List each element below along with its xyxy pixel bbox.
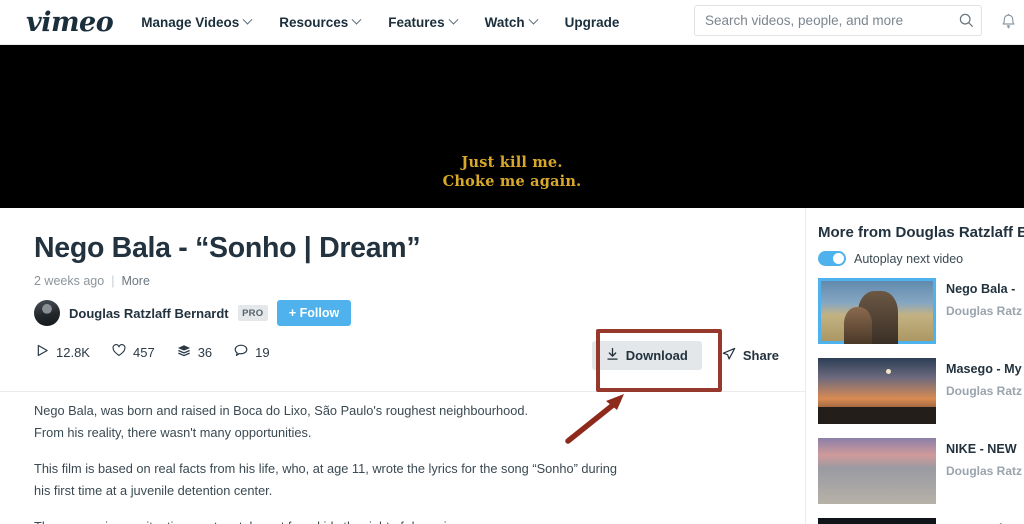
list-item[interactable]: Masego - My Douglas Ratz	[806, 358, 1024, 424]
nav-item-features[interactable]: Features	[388, 14, 459, 30]
chevron-down-icon	[528, 14, 539, 25]
subtitle-line-2: Choke me again.	[442, 173, 582, 191]
search-bar[interactable]	[694, 5, 982, 36]
follow-button[interactable]: + Follow	[276, 300, 352, 326]
description-paragraph: The oppressive penitentiary system take …	[34, 516, 634, 524]
nav-label: Watch	[484, 14, 525, 30]
description-paragraph: This film is based on real facts from hi…	[34, 461, 618, 498]
main-nav: Manage Videos Resources Features Watch U…	[141, 14, 620, 30]
search-input[interactable]	[695, 6, 951, 35]
related-video-title: Nego Bala -	[946, 282, 1016, 296]
subtitle-line-1: Just kill me.	[461, 154, 563, 171]
nav-item-upgrade[interactable]: Upgrade	[565, 15, 620, 30]
play-icon	[36, 344, 49, 360]
chevron-down-icon	[448, 14, 459, 25]
share-button[interactable]: Share	[708, 341, 793, 370]
comment-icon	[234, 344, 248, 360]
author-byline: Douglas Ratzlaff Bernardt PRO + Follow	[34, 300, 805, 326]
stats-and-actions-row: 12.8K 457 36 19 Download Share	[0, 330, 805, 392]
author-name[interactable]: Douglas Ratzlaff Bernardt	[69, 306, 229, 321]
autoplay-label: Autoplay next video	[854, 251, 964, 266]
video-subtitle-overlay: Just kill me. Choke me again.	[0, 153, 1024, 192]
video-detail-panel: Nego Bala - “Sonho | Dream” 2 weeks ago …	[0, 208, 805, 524]
related-video-title: NIKE - NEW	[946, 442, 1017, 456]
autoplay-toggle[interactable]	[818, 251, 846, 266]
stat-value: 36	[197, 344, 213, 360]
download-label: Download	[625, 348, 688, 363]
nav-label: Resources	[279, 14, 349, 30]
related-video-author: Douglas Ratz	[946, 464, 1023, 478]
video-thumbnail[interactable]	[818, 518, 936, 524]
list-item[interactable]: NIKE - NEW Douglas Ratz	[806, 438, 1024, 504]
description-paragraph: Nego Bala, was born and raised in Boca d…	[34, 403, 529, 440]
video-title: Nego Bala - “Sonho | Dream”	[34, 232, 421, 264]
stat-comments[interactable]: 19	[234, 344, 270, 360]
list-item[interactable]: Nego Bala - Douglas Ratz	[806, 278, 1024, 344]
download-icon	[606, 347, 619, 364]
video-thumbnail[interactable]	[818, 278, 936, 344]
video-description: Nego Bala, was born and raised in Boca d…	[34, 400, 634, 524]
stat-plays[interactable]: 12.8K	[36, 344, 90, 360]
video-meta: 2 weeks ago | More	[34, 274, 805, 288]
related-video-title: Masego - My	[946, 362, 1022, 376]
autoplay-row: Autoplay next video	[818, 251, 1024, 266]
share-icon	[722, 347, 736, 364]
list-item[interactable]: Rosa e Vi Douglas Ratz	[806, 518, 1024, 524]
video-player[interactable]: Just kill me. Choke me again.	[0, 45, 1024, 208]
video-thumbnail[interactable]	[818, 358, 936, 424]
sidebar-heading: More from Douglas Ratzlaff B	[818, 224, 1024, 241]
stat-collections[interactable]: 36	[177, 344, 212, 360]
share-label: Share	[742, 348, 779, 363]
stat-likes[interactable]: 457	[112, 344, 155, 360]
top-navigation-bar: vimeo Manage Videos Resources Features W…	[0, 0, 1024, 45]
bell-icon[interactable]	[1000, 13, 1017, 36]
vimeo-logo[interactable]: vimeo	[26, 9, 114, 36]
collections-icon	[177, 344, 191, 360]
nav-item-watch[interactable]: Watch	[484, 14, 539, 30]
nav-item-resources[interactable]: Resources	[279, 14, 362, 30]
stat-value: 19	[255, 344, 270, 360]
avatar[interactable]	[34, 300, 60, 326]
chevron-down-icon	[242, 14, 253, 25]
meta-separator: |	[111, 274, 115, 288]
more-link[interactable]: More	[121, 274, 149, 288]
nav-label: Manage Videos	[141, 14, 240, 30]
related-video-author: Douglas Ratz	[946, 304, 1023, 318]
nav-label: Upgrade	[564, 14, 620, 30]
related-video-author: Douglas Ratz	[946, 384, 1023, 398]
stat-value: 12.8K	[56, 344, 90, 360]
nav-item-manage-videos[interactable]: Manage Videos	[141, 14, 253, 30]
stat-value: 457	[132, 344, 155, 360]
pro-badge: PRO	[237, 305, 268, 321]
search-icon[interactable]	[951, 6, 981, 35]
chevron-down-icon	[351, 14, 362, 25]
action-buttons: Download Share	[591, 341, 793, 370]
upload-date: 2 weeks ago	[34, 274, 105, 288]
related-videos-sidebar: More from Douglas Ratzlaff B Autoplay ne…	[805, 208, 1024, 524]
heart-icon	[112, 344, 126, 360]
related-video-list: Nego Bala - Douglas Ratz Masego - My Dou…	[806, 278, 1024, 524]
nav-label: Features	[388, 14, 445, 30]
video-thumbnail[interactable]	[818, 438, 936, 504]
video-stats: 12.8K 457 36 19	[36, 344, 270, 360]
download-button[interactable]: Download	[591, 341, 702, 370]
